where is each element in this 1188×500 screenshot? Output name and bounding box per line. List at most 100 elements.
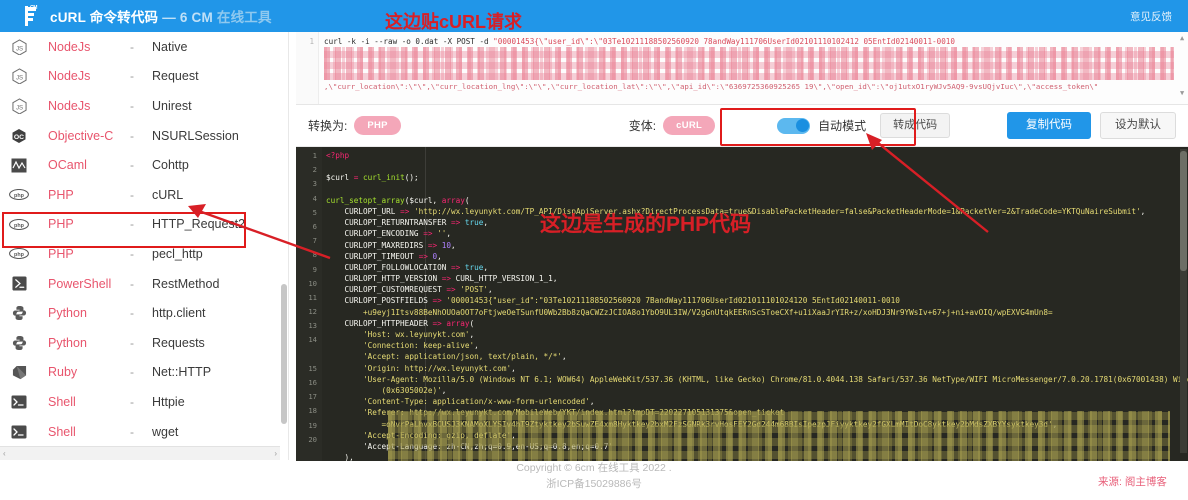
code-token: =>: [427, 240, 442, 250]
toggle-knob-icon: [795, 119, 809, 132]
code-redacted-region: [388, 411, 1170, 461]
curl-input-line-number: 1: [309, 37, 314, 46]
code-token: +u9eyj1Itsv88BeNhOUOaOOT7oFtjweOeTSunfU0…: [326, 307, 1053, 317]
code-token: ,: [437, 251, 442, 261]
sidebar-item-variant: wget: [152, 424, 179, 439]
convert-to-value-pill[interactable]: PHP: [354, 116, 401, 135]
code-line-number: 2: [312, 165, 317, 175]
sidebar-item-nodejs-unirest[interactable]: JS NodeJs - Unirest: [0, 91, 288, 121]
code-line: CURLOPT_ENCODING => '',: [326, 228, 1178, 239]
code-line-number: 18: [308, 406, 317, 416]
code-line: CURLOPT_FOLLOWLOCATION => true,: [326, 262, 1178, 273]
variant-value-pill[interactable]: cURL: [663, 116, 716, 135]
sidebar-item-shell-httpie[interactable]: Shell - Httpie: [0, 387, 288, 417]
sidebar-item-ocaml-cohttp[interactable]: OCaml - Cohttp: [0, 150, 288, 180]
code-token: array: [446, 318, 470, 328]
sidebar-item-ruby-net-http[interactable]: Ruby - Net::HTTP: [0, 358, 288, 388]
code-token: CURLOPT_CUSTOMREQUEST: [326, 285, 447, 295]
sidebar-item-language: Shell: [48, 394, 76, 409]
code-token: (: [469, 318, 475, 328]
code-token: ,: [488, 285, 493, 295]
sidebar-item-python-requests[interactable]: Python - Requests: [0, 328, 288, 358]
feedback-link[interactable]: 意见反馈: [1130, 9, 1174, 24]
code-token: ,: [1140, 206, 1146, 216]
sidebar-item-language: PowerShell: [48, 276, 112, 291]
code-line-number: 7: [312, 236, 317, 246]
code-token: CURLOPT_HTTP_VERSION: [326, 274, 442, 284]
code-token: ,: [511, 363, 516, 373]
6cm-logo-icon: CM: [24, 5, 38, 26]
sidebar-item-python-http-client[interactable]: Python - http.client: [0, 298, 288, 328]
code-token: ,: [474, 341, 479, 351]
main-panel: 1 curl -k -i --raw -o 0.dat -X POST -d "…: [296, 32, 1188, 461]
generated-code-editor[interactable]: 1234567891011121314151617181920212223242…: [296, 147, 1188, 461]
auto-mode-toggle[interactable]: [777, 117, 811, 134]
sidebar-item-variant: Httpie: [152, 394, 185, 409]
code-line-number: 12: [308, 307, 317, 317]
scroll-down-icon[interactable]: ▼: [1180, 90, 1184, 97]
code-token: 'POST': [460, 285, 489, 295]
sidebar-item-shell-wget[interactable]: Shell - wget: [0, 417, 288, 447]
code-line-number: 6: [312, 221, 317, 231]
python-icon: [8, 303, 30, 323]
code-token: curl_init: [363, 173, 405, 183]
convert-button[interactable]: 转成代码: [880, 113, 951, 138]
code-token: true: [464, 262, 484, 272]
sidebar-item-php-curl[interactable]: php PHP - cURL: [0, 180, 288, 210]
sidebar-horizontal-scrollbar[interactable]: ‹ ›: [0, 446, 280, 460]
nodejs-icon: JS: [8, 37, 30, 57]
sidebar-item-objective-c-nsurlsession[interactable]: OC Objective-C - NSURLSession: [0, 121, 288, 151]
auto-mode-label: 自动模式: [818, 119, 867, 133]
scroll-right-icon[interactable]: ›: [274, 449, 277, 458]
code-line: +u9eyj1Itsv88BeNhOUOaOOT7oFtjweOeTSunfU0…: [326, 307, 1178, 318]
footer-icp[interactable]: 浙ICP备15029886号: [0, 476, 1188, 492]
site-title-brand: 6 CM: [179, 10, 213, 25]
code-gutter: 1234567891011121314151617181920212223242…: [296, 147, 322, 461]
code-line-number: 19: [308, 420, 317, 430]
code-token: CURLOPT_HTTPHEADER: [326, 318, 433, 328]
sidebar-item-nodejs-request[interactable]: JS NodeJs - Request: [0, 62, 288, 92]
sidebar-item-separator: -: [130, 394, 134, 409]
code-token: =: [349, 173, 364, 183]
ocaml-icon: [8, 155, 30, 175]
sidebar-item-language: Objective-C: [48, 128, 114, 143]
code-line-number: 20: [308, 434, 317, 444]
sidebar-item-php-pecl-http[interactable]: php PHP - pecl_http: [0, 239, 288, 269]
sidebar-vertical-scrollbar[interactable]: [281, 284, 287, 424]
svg-text:JS: JS: [15, 104, 22, 111]
code-token: (0x6305002e)': [381, 385, 442, 395]
code-token: ,: [446, 229, 451, 239]
php-icon: php: [8, 214, 30, 234]
code-line: CURLOPT_HTTPHEADER => array(: [326, 318, 1178, 329]
sidebar-item-language: NodeJs: [48, 69, 91, 84]
code-token: array: [441, 195, 465, 205]
svg-text:JS: JS: [15, 75, 22, 82]
sidebar-item-language: NodeJs: [48, 98, 91, 113]
language-sidebar[interactable]: JS NodeJs - Native JS NodeJs - Request JS NodeJs -…: [0, 32, 289, 460]
sidebar-item-variant: Request: [152, 69, 199, 84]
sidebar-item-separator: -: [130, 306, 134, 321]
sidebar-item-separator: -: [130, 128, 134, 143]
copy-code-button[interactable]: 复制代码: [1007, 112, 1091, 139]
scroll-up-icon[interactable]: ▲: [1180, 35, 1184, 42]
code-line: 'Host: wx.leyunykt.com',: [326, 329, 1178, 340]
set-default-button[interactable]: 设为默认: [1100, 112, 1176, 139]
scroll-left-icon[interactable]: ‹: [3, 449, 6, 458]
sidebar-item-powershell-restmethod[interactable]: PowerShell - RestMethod: [0, 269, 288, 299]
code-token: '00001453{"user_id":"03Te102111885025609…: [446, 296, 900, 306]
code-line: CURLOPT_CUSTOMREQUEST => 'POST',: [326, 284, 1178, 295]
code-token: 'Accept: application/json, text/plain, *…: [363, 352, 563, 362]
curl-input-vertical-scrollbar[interactable]: ▲ ▼: [1180, 35, 1186, 97]
curl-input-editor[interactable]: 1 curl -k -i --raw -o 0.dat -X POST -d "…: [296, 32, 1188, 105]
powershell-icon: [8, 274, 30, 294]
code-vertical-scrollbar-thumb[interactable]: [1180, 151, 1187, 271]
sidebar-item-php-http-request2[interactable]: php PHP - HTTP_Request2: [0, 210, 288, 240]
sidebar-item-nodejs-native[interactable]: JS NodeJs - Native: [0, 32, 288, 62]
sidebar-item-variant: cURL: [152, 187, 184, 202]
sidebar-item-language: PHP: [48, 217, 74, 232]
code-line-number: 5: [312, 207, 317, 217]
